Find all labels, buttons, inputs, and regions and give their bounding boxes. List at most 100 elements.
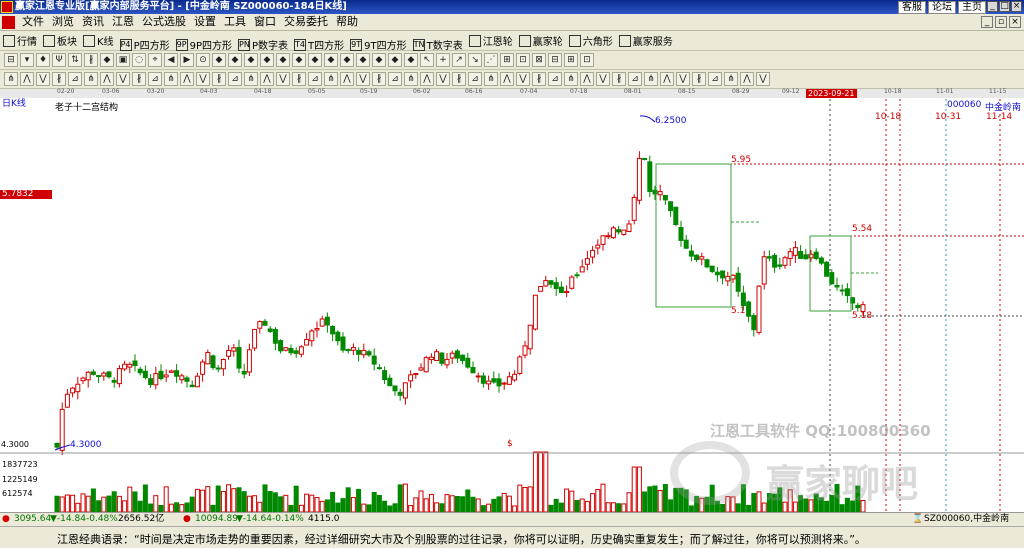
menu-item-2[interactable]: 资讯 (78, 14, 108, 30)
analysis-tool-icon-22[interactable]: ⋁ (356, 72, 370, 86)
analysis-tool-icon-42[interactable]: ⋁ (676, 72, 690, 86)
link-forum[interactable]: 论坛 (928, 1, 956, 14)
draw-tool-icon-23[interactable]: ◆ (372, 53, 386, 67)
analysis-tool-icon-21[interactable]: ⋀ (340, 72, 354, 86)
draw-tool-icon-31[interactable]: ⊞ (500, 53, 514, 67)
close-icon[interactable]: × (1011, 1, 1022, 12)
analysis-tool-icon-10[interactable]: ⋔ (164, 72, 178, 86)
analysis-tool-icon-12[interactable]: ⋁ (196, 72, 210, 86)
analysis-tool-icon-36[interactable]: ⋀ (580, 72, 594, 86)
mdi-minimize-icon[interactable]: _ (981, 16, 993, 28)
current-stock[interactable]: SZ000060,中金岭南 (924, 513, 1009, 526)
draw-tool-icon-35[interactable]: ⊞ (564, 53, 578, 67)
analysis-tool-icon-15[interactable]: ⋔ (244, 72, 258, 86)
toolbar-button-0[interactable]: 行情 (0, 31, 40, 50)
analysis-tool-icon-47[interactable]: ⋁ (756, 72, 770, 86)
analysis-tool-icon-28[interactable]: ∦ (452, 72, 466, 86)
analysis-tool-icon-41[interactable]: ⋀ (660, 72, 674, 86)
analysis-tool-icon-8[interactable]: ∦ (132, 72, 146, 86)
draw-tool-icon-32[interactable]: ⊡ (516, 53, 530, 67)
analysis-tool-icon-35[interactable]: ⋔ (564, 72, 578, 86)
draw-tool-icon-22[interactable]: ◆ (356, 53, 370, 67)
toolbar-button-12[interactable]: 赢家服务 (616, 31, 676, 50)
toolbar-button-11[interactable]: 六角形 (566, 31, 616, 50)
toolbar-button-9[interactable]: 江恩轮 (466, 31, 516, 50)
draw-tool-icon-24[interactable]: ◆ (388, 53, 402, 67)
menu-item-9[interactable]: 帮助 (332, 14, 362, 30)
analysis-tool-icon-45[interactable]: ⋔ (724, 72, 738, 86)
menu-item-5[interactable]: 设置 (190, 14, 220, 30)
draw-tool-icon-5[interactable]: ∦ (84, 53, 98, 67)
draw-tool-icon-2[interactable]: ♦ (36, 53, 50, 67)
menu-item-1[interactable]: 浏览 (48, 14, 78, 30)
draw-tool-icon-16[interactable]: ◆ (260, 53, 274, 67)
menu-item-3[interactable]: 江恩 (108, 14, 138, 30)
analysis-tool-icon-27[interactable]: ⋁ (436, 72, 450, 86)
draw-tool-icon-28[interactable]: ↗ (452, 53, 466, 67)
analysis-tool-icon-37[interactable]: ⋁ (596, 72, 610, 86)
draw-tool-icon-0[interactable]: ⊟ (4, 53, 18, 67)
draw-tool-icon-30[interactable]: ⋰ (484, 53, 498, 67)
draw-tool-icon-19[interactable]: ◆ (308, 53, 322, 67)
draw-tool-icon-17[interactable]: ◆ (276, 53, 290, 67)
link-customer-service[interactable]: 客服 (898, 1, 926, 14)
draw-tool-icon-11[interactable]: ▶ (180, 53, 194, 67)
draw-tool-icon-7[interactable]: ▣ (116, 53, 130, 67)
draw-tool-icon-21[interactable]: ◆ (340, 53, 354, 67)
toolbar-button-2[interactable]: K线 (80, 31, 117, 50)
draw-tool-icon-20[interactable]: ◆ (324, 53, 338, 67)
toolbar-button-1[interactable]: 板块 (40, 31, 80, 50)
draw-tool-icon-1[interactable]: ▾ (20, 53, 34, 67)
mdi-close-icon[interactable]: × (1009, 16, 1021, 28)
draw-tool-icon-33[interactable]: ⊠ (532, 53, 546, 67)
chart-area[interactable]: 02-20 03-06 03-20 04-03 04-18 05-05 05-19 06-02… (0, 88, 1024, 512)
maximize-icon[interactable]: □ (999, 1, 1010, 12)
draw-tool-icon-4[interactable]: ⇅ (68, 53, 82, 67)
minimize-icon[interactable]: _ (987, 1, 998, 12)
analysis-tool-icon-19[interactable]: ⊿ (308, 72, 322, 86)
menu-item-4[interactable]: 公式选股 (138, 14, 190, 30)
analysis-tool-icon-29[interactable]: ⊿ (468, 72, 482, 86)
menu-item-0[interactable]: 文件 (18, 14, 48, 30)
analysis-tool-icon-25[interactable]: ⋔ (404, 72, 418, 86)
analysis-tool-icon-39[interactable]: ⊿ (628, 72, 642, 86)
analysis-tool-icon-23[interactable]: ∦ (372, 72, 386, 86)
analysis-tool-icon-43[interactable]: ∦ (692, 72, 706, 86)
analysis-tool-icon-20[interactable]: ⋔ (324, 72, 338, 86)
draw-tool-icon-15[interactable]: ◆ (244, 53, 258, 67)
draw-tool-icon-36[interactable]: ⊡ (580, 53, 594, 67)
analysis-tool-icon-46[interactable]: ⋀ (740, 72, 754, 86)
analysis-tool-icon-9[interactable]: ⊿ (148, 72, 162, 86)
draw-tool-icon-26[interactable]: ↖ (420, 53, 434, 67)
analysis-tool-icon-4[interactable]: ⊿ (68, 72, 82, 86)
analysis-tool-icon-2[interactable]: ⋁ (36, 72, 50, 86)
analysis-tool-icon-1[interactable]: ⋀ (20, 72, 34, 86)
analysis-tool-icon-0[interactable]: ⋔ (4, 72, 18, 86)
draw-tool-icon-8[interactable]: ◌ (132, 53, 146, 67)
draw-tool-icon-34[interactable]: ⊟ (548, 53, 562, 67)
draw-tool-icon-9[interactable]: ⌖ (148, 53, 162, 67)
draw-tool-icon-12[interactable]: ⊙ (196, 53, 210, 67)
draw-tool-icon-25[interactable]: ◆ (404, 53, 418, 67)
draw-tool-icon-27[interactable]: + (436, 53, 450, 67)
draw-tool-icon-6[interactable]: ◆ (100, 53, 114, 67)
analysis-tool-icon-33[interactable]: ∦ (532, 72, 546, 86)
analysis-tool-icon-3[interactable]: ∦ (52, 72, 66, 86)
link-homepage[interactable]: 主页 (958, 1, 986, 14)
draw-tool-icon-3[interactable]: Ψ (52, 53, 66, 67)
analysis-tool-icon-5[interactable]: ⋔ (84, 72, 98, 86)
draw-tool-icon-10[interactable]: ◀ (164, 53, 178, 67)
analysis-tool-icon-6[interactable]: ⋀ (100, 72, 114, 86)
analysis-tool-icon-16[interactable]: ⋀ (260, 72, 274, 86)
draw-tool-icon-14[interactable]: ◆ (228, 53, 242, 67)
analysis-tool-icon-24[interactable]: ⊿ (388, 72, 402, 86)
analysis-tool-icon-40[interactable]: ⋔ (644, 72, 658, 86)
analysis-tool-icon-30[interactable]: ⋔ (484, 72, 498, 86)
analysis-tool-icon-13[interactable]: ∦ (212, 72, 226, 86)
menu-item-8[interactable]: 交易委托 (280, 14, 332, 30)
toolbar-button-10[interactable]: 赢家轮 (516, 31, 566, 50)
draw-tool-icon-29[interactable]: ↘ (468, 53, 482, 67)
analysis-tool-icon-14[interactable]: ⊿ (228, 72, 242, 86)
menu-item-6[interactable]: 工具 (220, 14, 250, 30)
analysis-tool-icon-32[interactable]: ⋁ (516, 72, 530, 86)
